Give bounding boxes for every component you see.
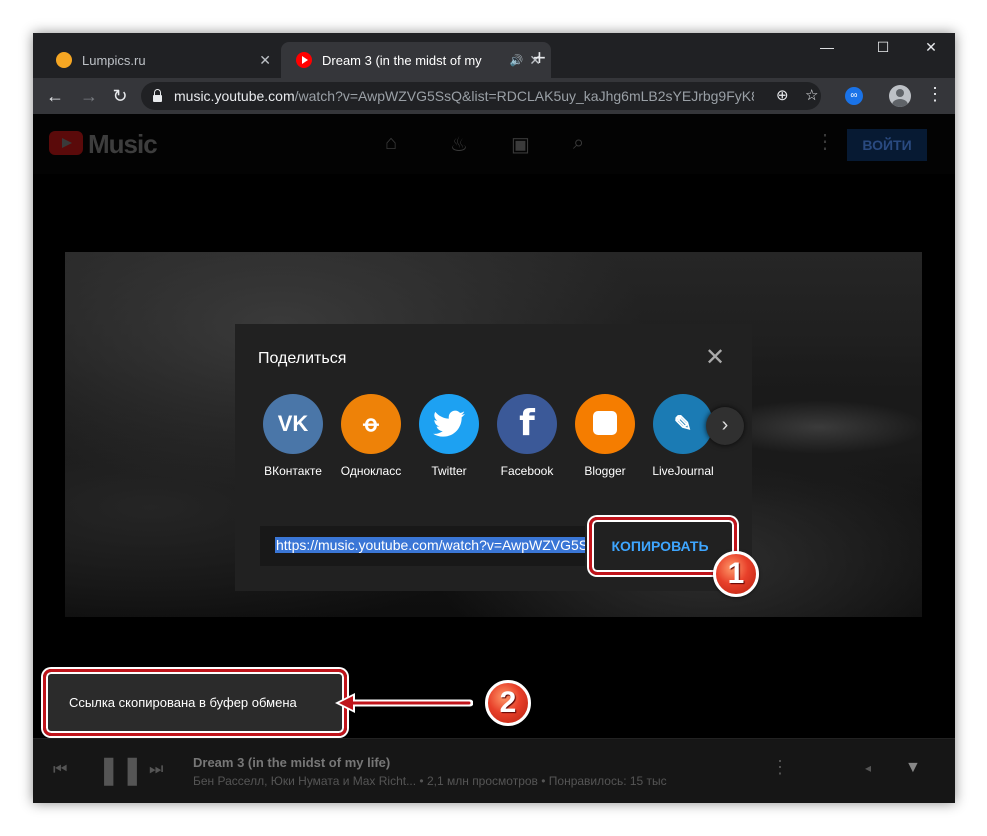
tab-bar: Lumpics.ru ✕ Dream 3 (in the midst of my… xyxy=(33,33,955,78)
copy-button[interactable]: КОПИРОВАТЬ xyxy=(590,526,730,566)
odnoklassniki-icon[interactable]: ꝋ xyxy=(341,394,401,454)
browser-menu-icon[interactable]: ⋮ xyxy=(926,84,944,105)
tab-title: Lumpics.ru xyxy=(82,52,146,68)
share-dialog: Поделиться ✕ VK ВКонтакте ꝋ Однокласс Tw… xyxy=(235,324,752,591)
search-icon[interactable]: ⌕ xyxy=(573,132,584,155)
dialog-close-icon[interactable]: ✕ xyxy=(705,346,725,370)
signin-button[interactable]: ВОЙТИ xyxy=(847,129,927,161)
youtube-logo-icon[interactable] xyxy=(49,131,83,155)
reload-icon[interactable]: ↻ xyxy=(107,83,133,109)
facebook-icon[interactable]: f xyxy=(497,394,557,454)
maximize-icon[interactable]: ☐ xyxy=(863,39,903,56)
share-label: LiveJournal xyxy=(652,464,714,478)
address-url[interactable]: music.youtube.com/watch?v=AwpWZVG5SsQ&li… xyxy=(174,88,754,104)
share-label: Blogger xyxy=(584,464,626,478)
tab-lumpics[interactable]: Lumpics.ru ✕ xyxy=(41,42,281,78)
track-menu-icon[interactable]: ⋮ xyxy=(771,757,789,778)
share-vkontakte[interactable]: VK ВКонтакте xyxy=(254,394,332,478)
new-tab-plus-icon[interactable]: + xyxy=(533,47,546,69)
tab-title: Dream 3 (in the midst of my xyxy=(322,52,482,68)
player-bar: ⏮ ❚❚ ⏭ Dream 3 (in the midst of my life)… xyxy=(33,738,955,803)
step-2-badge: 2 xyxy=(485,680,531,726)
blogger-icon[interactable] xyxy=(575,394,635,454)
logo-text[interactable]: Music xyxy=(88,129,158,160)
lumpics-favicon-icon xyxy=(56,52,72,68)
install-plus-icon[interactable]: ⊕ xyxy=(776,86,789,104)
vk-icon[interactable]: VK xyxy=(263,394,323,454)
tab-dream3[interactable]: Dream 3 (in the midst of my 🔊 ✕ xyxy=(281,42,551,78)
url-host: music.youtube.com xyxy=(174,88,295,104)
address-bar[interactable]: music.youtube.com/watch?v=AwpWZVG5SsQ&li… xyxy=(141,82,821,110)
twitter-bird-icon[interactable] xyxy=(419,394,479,454)
skip-next-icon[interactable]: ⏭ xyxy=(149,761,163,779)
share-blogger[interactable]: Blogger xyxy=(566,394,644,478)
track-meta: Бен Расселл, Юки Нумата и Max Richt... •… xyxy=(193,774,667,788)
more-menu-icon[interactable]: ⋮ xyxy=(815,129,835,154)
share-label: Однокласс xyxy=(340,464,402,478)
chevron-right-icon[interactable]: › xyxy=(706,407,744,445)
bookmark-star-icon[interactable]: ☆ xyxy=(805,86,818,104)
share-url-text[interactable]: https://music.youtube.com/watch?v=AwpWZV… xyxy=(275,537,585,553)
speaker-icon[interactable]: 🔊 xyxy=(510,54,524,67)
minimize-icon[interactable]: — xyxy=(807,39,847,55)
tab-close-icon[interactable]: ✕ xyxy=(259,52,271,69)
skip-previous-icon[interactable]: ⏮ xyxy=(53,761,67,779)
share-label: Twitter xyxy=(431,464,467,478)
dialog-title: Поделиться xyxy=(258,350,347,367)
step-1-badge: 1 xyxy=(713,551,759,597)
home-icon[interactable]: ⌂ xyxy=(385,132,397,155)
share-label: Facebook xyxy=(500,464,554,478)
url-path: /watch?v=AwpWZVG5SsQ&list=RDCLAK5uy_kaJh… xyxy=(294,88,754,104)
lock-icon[interactable] xyxy=(153,88,162,102)
chevron-down-icon[interactable]: ▼ xyxy=(905,759,921,777)
track-title[interactable]: Dream 3 (in the midst of my life) xyxy=(193,755,390,770)
livejournal-pencil-icon[interactable]: ✎ xyxy=(653,394,713,454)
volume-icon[interactable]: ◂ xyxy=(865,761,871,775)
share-facebook[interactable]: f Facebook xyxy=(488,394,566,478)
toast-notification: Ссылка скопирована в буфер обмена xyxy=(47,673,344,733)
back-arrow-icon[interactable]: ← xyxy=(42,83,68,109)
share-twitter[interactable]: Twitter xyxy=(410,394,488,478)
share-url-field[interactable]: https://music.youtube.com/watch?v=AwpWZV… xyxy=(260,526,585,566)
browser-toolbar: ← → ↻ music.youtube.com/watch?v=AwpWZVG5… xyxy=(33,78,955,114)
share-odnoklassniki[interactable]: ꝋ Однокласс xyxy=(332,394,410,478)
forward-arrow-icon[interactable]: → xyxy=(76,83,102,109)
window-close-icon[interactable]: ✕ xyxy=(911,39,951,56)
browser-window: Lumpics.ru ✕ Dream 3 (in the midst of my… xyxy=(33,33,955,803)
library-icon[interactable]: ▣ xyxy=(511,132,530,157)
pause-icon[interactable]: ❚❚ xyxy=(97,753,144,786)
hotlist-flame-icon[interactable]: ♨ xyxy=(450,132,468,157)
annotation-arrow xyxy=(335,693,473,713)
share-label: ВКонтакте xyxy=(264,464,322,478)
youtube-music-favicon-icon xyxy=(296,52,312,68)
profile-avatar-icon[interactable] xyxy=(889,85,911,107)
extension-icon[interactable]: ∞ xyxy=(845,87,863,105)
ytmusic-header: Music ⌂ ♨ ▣ ⌕ ⋮ ВОЙТИ xyxy=(33,114,955,174)
